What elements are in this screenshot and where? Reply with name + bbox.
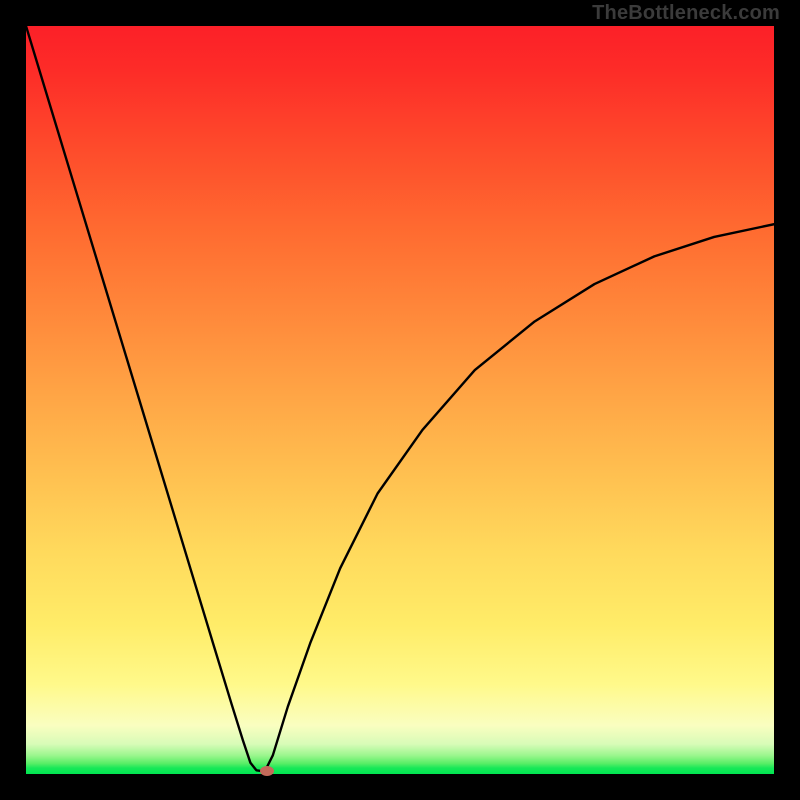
curve-svg bbox=[26, 26, 774, 774]
min-marker bbox=[260, 766, 274, 776]
chart-frame: TheBottleneck.com bbox=[0, 0, 800, 800]
bottleneck-curve bbox=[26, 26, 774, 771]
watermark-text: TheBottleneck.com bbox=[592, 2, 780, 25]
plot-area bbox=[26, 26, 774, 774]
